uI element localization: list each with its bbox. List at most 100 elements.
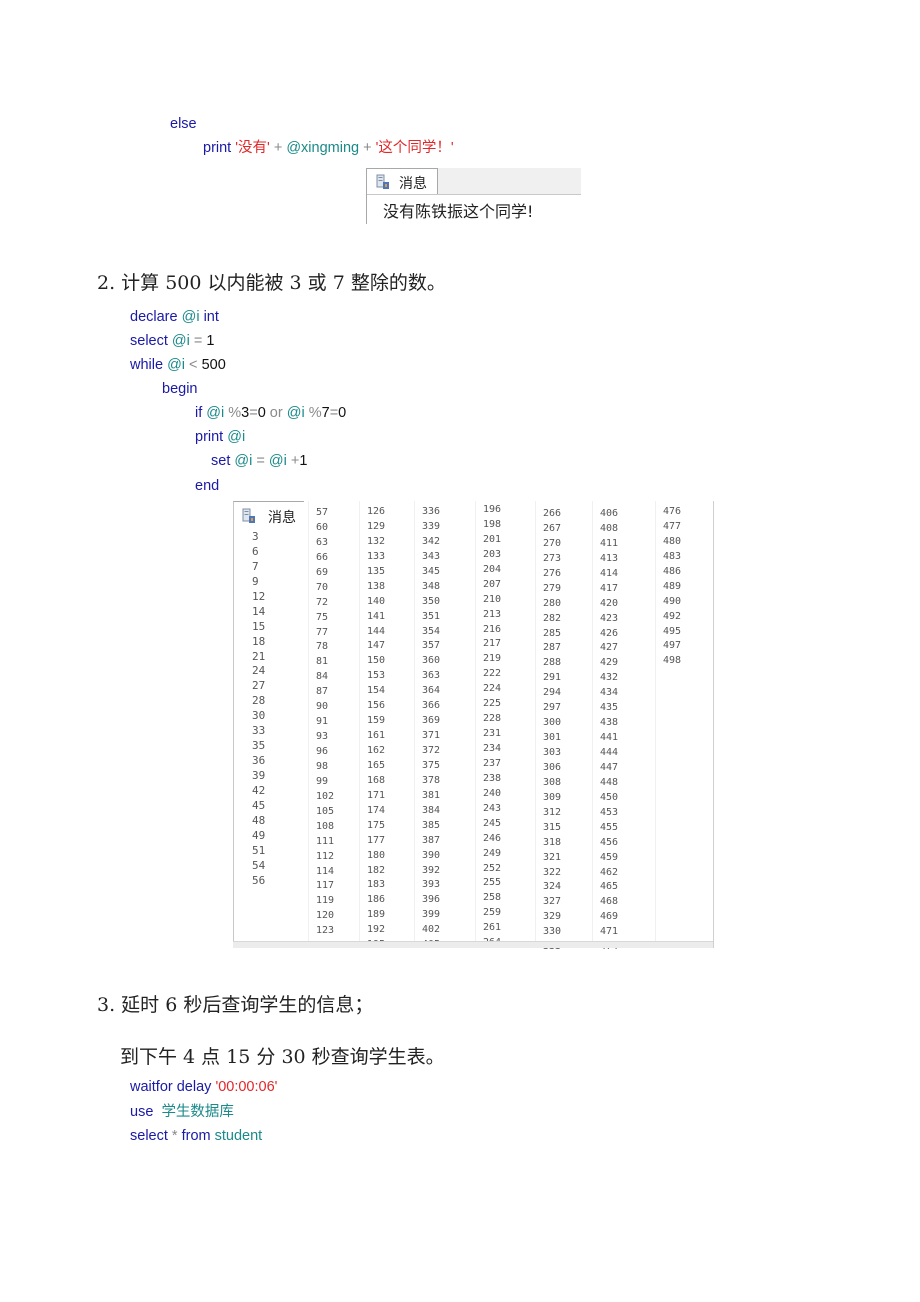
output-value: 147 (367, 640, 386, 652)
code-token: waitfor delay (130, 1079, 216, 1095)
output-value: 66 (316, 551, 329, 563)
string-literal: '没有' (235, 140, 270, 156)
output-value: 348 (422, 580, 441, 592)
output-value: 483 (663, 550, 682, 562)
code-token: set (211, 453, 235, 469)
code-line: begin (162, 380, 197, 398)
code-token: @i (171, 333, 190, 349)
output-value: 35 (252, 739, 266, 753)
output-value: 393 (422, 879, 441, 891)
output-value: 371 (422, 730, 441, 742)
tab-messages[interactable]: 消息 (233, 501, 304, 528)
output-column: 3 6 7 9 12 14 15 18 21 24 27 28 30 33 35 36 39 42 45 48 49 51… (252, 529, 265, 888)
operator: + (273, 140, 283, 156)
output-value: 90 (316, 701, 329, 713)
output-value: 91 (316, 716, 329, 728)
code-line: waitfor delay '00:00:06' (130, 1078, 277, 1096)
output-value: 280 (543, 597, 562, 609)
output-value: 105 (316, 805, 335, 817)
output-value: 476 (663, 506, 682, 517)
output-value: 182 (367, 864, 386, 876)
output-value: 435 (600, 702, 619, 714)
horizontal-scrollbar[interactable] (233, 941, 713, 948)
output-value: 279 (543, 582, 562, 594)
code-token: '00:00:06' (215, 1079, 278, 1095)
code-token: 1 (206, 333, 215, 349)
code-token: < (185, 357, 202, 373)
output-value: 447 (600, 761, 619, 773)
keyword-print: print (203, 140, 232, 156)
output-value: 312 (543, 806, 562, 818)
output-value: 135 (367, 565, 386, 577)
output-value: 219 (483, 653, 502, 665)
output-value: 330 (543, 926, 562, 938)
output-value: 42 (252, 783, 266, 797)
output-value: 309 (543, 791, 562, 803)
code-line: if @i %3=0 or @i %7=0 (195, 404, 346, 422)
output-value: 15 (252, 619, 266, 633)
output-value: 174 (367, 804, 386, 816)
code-token: while (130, 357, 168, 373)
output-value: 453 (600, 806, 619, 818)
output-value: 303 (543, 747, 562, 758)
code-line: print @i (195, 428, 245, 446)
output-value: 180 (367, 849, 386, 861)
output-value: 414 (600, 567, 619, 579)
output-value: 249 (483, 847, 502, 859)
code-token: print (195, 429, 228, 445)
output-column: 57 60 63 66 69 70 72 75 77 78 81 84 87 90 91 93 96 98 99 10… (316, 505, 334, 938)
output-value: 243 (483, 802, 502, 814)
output-value: 363 (422, 670, 441, 682)
output-value: 462 (600, 866, 619, 878)
output-column: 476 477 480 483 486 489 490 492 495 497 498 (663, 504, 681, 668)
code-token: @i (286, 405, 305, 421)
output-value: 93 (316, 731, 329, 743)
output-column: 196 198 201 203 204 207 210 213 216 217 219 222 224 2… (483, 502, 501, 950)
output-value: 489 (663, 580, 682, 592)
output-value: 372 (422, 745, 441, 756)
message-panel-result-1: 消息 没有陈铁振这个同学! (366, 168, 581, 224)
output-value: 129 (367, 520, 386, 532)
output-value: 270 (543, 537, 562, 549)
output-value: 468 (600, 896, 619, 908)
code-token: * (171, 1128, 182, 1144)
output-value: 54 (252, 858, 266, 872)
output-value: 497 (663, 640, 682, 652)
output-value: 480 (663, 535, 682, 547)
code-line: select @i = 1 (130, 332, 214, 350)
output-value: 27 (252, 679, 266, 693)
output-value: 336 (422, 506, 441, 517)
output-value: 231 (483, 728, 502, 740)
output-value: 385 (422, 819, 441, 831)
output-value: 357 (422, 640, 441, 652)
output-value: 261 (483, 922, 502, 934)
column-divider (535, 501, 536, 941)
output-value: 434 (600, 687, 619, 699)
output-value: 9 (252, 574, 259, 588)
tab-messages[interactable]: 消息 (366, 168, 438, 194)
code-token: select (130, 1128, 172, 1144)
output-value: 273 (543, 552, 562, 564)
output-value: 216 (483, 623, 502, 635)
output-value: 21 (252, 649, 266, 663)
output-value: 238 (483, 772, 502, 784)
output-value: 455 (600, 821, 619, 833)
output-value: 381 (422, 789, 441, 801)
code-token: @i (167, 357, 186, 373)
output-value: 162 (367, 745, 386, 756)
code-token: begin (162, 381, 198, 397)
code-line: declare @i int (130, 308, 219, 326)
output-value: 168 (367, 774, 386, 786)
output-value: 324 (543, 881, 562, 893)
output-value: 318 (543, 836, 562, 848)
code-token: 7 (321, 405, 330, 421)
output-value: 154 (367, 685, 386, 697)
output-value: 288 (543, 657, 562, 669)
output-value: 287 (543, 642, 562, 654)
code-token: 0 (257, 405, 266, 421)
output-value: 153 (367, 670, 386, 682)
output-value: 84 (316, 671, 329, 683)
output-value: 413 (600, 552, 619, 564)
output-value: 392 (422, 864, 441, 876)
output-value: 495 (663, 625, 682, 637)
